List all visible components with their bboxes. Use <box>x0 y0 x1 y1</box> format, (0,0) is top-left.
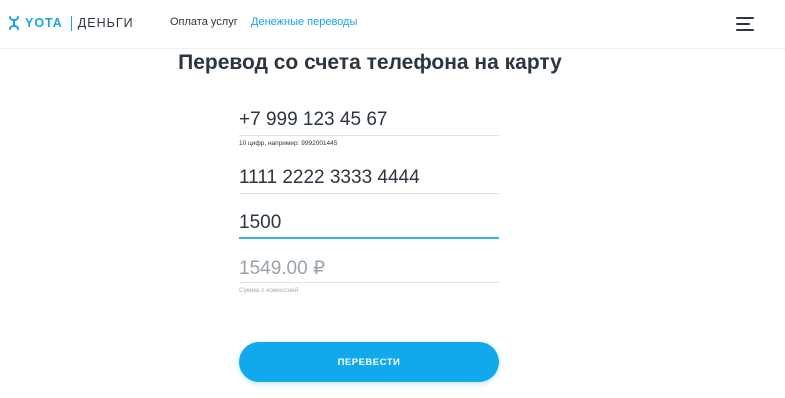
logo-divider <box>70 15 72 31</box>
total-with-commission-value: 1549.00 ₽ <box>239 258 326 279</box>
total-field: 1549.00 ₽ Сумма с комиссией <box>239 256 499 294</box>
logo[interactable]: YOTA ДЕНЬГИ <box>8 14 134 32</box>
phone-field: 10 цифр, например: 9992001445 <box>239 107 499 147</box>
phone-hint: 10 цифр, например: 9992001445 <box>239 140 338 147</box>
transfer-submit-button[interactable]: ПЕРЕВЕСТИ <box>239 342 499 382</box>
phone-input[interactable] <box>239 107 499 133</box>
yota-logo-icon <box>9 16 19 30</box>
menu-line <box>736 23 750 25</box>
hamburger-menu-icon[interactable] <box>736 17 754 31</box>
logo-yota-text: YOTA <box>25 16 63 30</box>
card-underline <box>239 193 499 194</box>
page-title: Перевод со счета телефона на карту <box>178 51 562 74</box>
total-hint: Сумма с комиссией <box>239 287 299 294</box>
total-underline <box>239 282 499 283</box>
nav-link-services-payment[interactable]: Оплата услуг <box>170 16 238 28</box>
header: YOTA ДЕНЬГИ Оплата услуг Денежные перево… <box>0 0 785 49</box>
menu-line <box>736 17 754 19</box>
card-number-input[interactable] <box>239 165 499 191</box>
amount-field <box>239 210 499 239</box>
amount-input[interactable] <box>239 210 499 236</box>
phone-underline <box>239 135 499 136</box>
nav-link-money-transfers[interactable]: Денежные переводы <box>251 16 357 28</box>
menu-line <box>736 29 754 31</box>
amount-underline-active <box>239 237 499 239</box>
card-field <box>239 165 499 194</box>
logo-dengi-text: ДЕНЬГИ <box>77 16 134 30</box>
